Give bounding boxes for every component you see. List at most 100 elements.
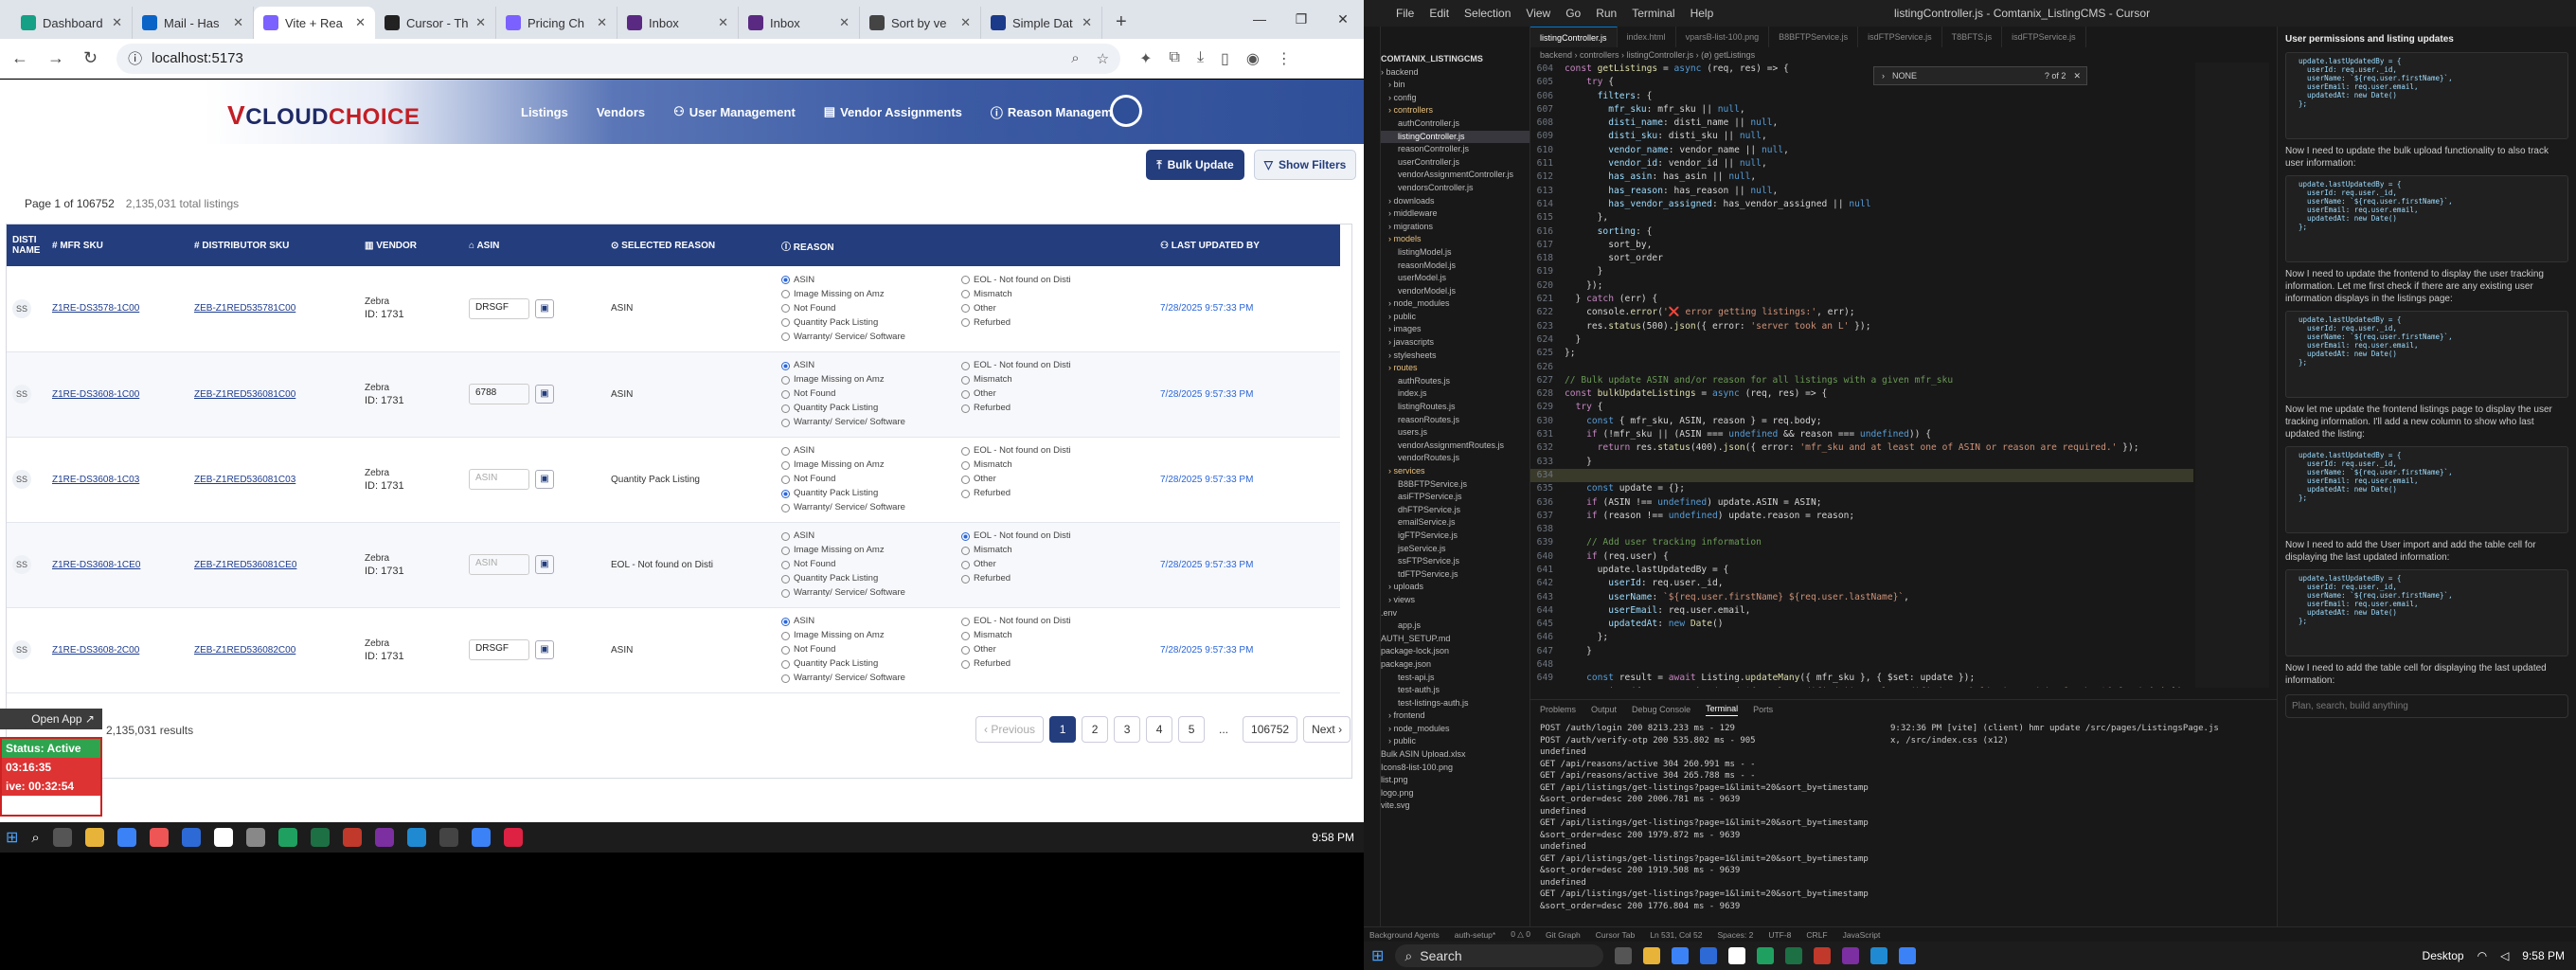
status-item[interactable]: Git Graph — [1546, 930, 1581, 940]
reason-radio[interactable]: Not Found — [781, 558, 961, 571]
reason-radio[interactable]: Warranty/ Service/ Software — [781, 416, 961, 429]
explorer-item[interactable]: Bulk ASIN Upload.xlsx — [1381, 748, 1530, 762]
explorer-item[interactable]: vendorModel.js — [1381, 285, 1530, 298]
reason-radio[interactable]: Other — [961, 643, 1141, 656]
distributor-sku-link[interactable]: ZEB-Z1RED536081CE0 — [194, 560, 296, 570]
reason-radio[interactable]: Refurbed — [961, 402, 1141, 415]
reason-radio[interactable]: Not Found — [781, 387, 961, 401]
distributor-sku-link[interactable]: ZEB-Z1RED536082C00 — [194, 645, 295, 656]
profile-icon[interactable]: ◉ — [1246, 49, 1260, 68]
explorer-item[interactable]: vendorAssignmentController.js — [1381, 169, 1530, 182]
next-button[interactable]: Next › — [1303, 716, 1351, 743]
file-explorer[interactable]: COMTANIX_LISTINGCMS › backend › bin › confi… — [1381, 27, 1530, 926]
save-asin-button[interactable]: ▣ — [535, 470, 554, 489]
reload-icon[interactable]: ↻ — [83, 48, 98, 68]
excel-icon[interactable] — [310, 828, 330, 847]
column-header[interactable]: ⓘ REASON — [776, 225, 1154, 266]
menu-icon[interactable]: ⋮ — [1277, 49, 1292, 68]
reason-radio[interactable]: Not Found — [781, 643, 961, 656]
reason-radio[interactable]: ASIN — [781, 359, 961, 372]
menu-item[interactable]: View — [1526, 7, 1550, 20]
explorer-item[interactable]: › uploads — [1381, 581, 1530, 594]
panel-tab[interactable]: Debug Console — [1632, 704, 1690, 716]
browser-tab[interactable]: Sort by ve ✕ — [860, 7, 981, 39]
app-icon[interactable] — [149, 828, 169, 847]
explorer-item[interactable]: Icons8-list-100.png — [1381, 762, 1530, 775]
onenote-icon[interactable] — [1842, 947, 1860, 964]
find-widget[interactable]: › NONE ? of 2 ✕ — [1873, 66, 2087, 85]
explorer-item[interactable]: › views — [1381, 594, 1530, 607]
explorer-item[interactable]: › public — [1381, 735, 1530, 748]
status-item[interactable]: Background Agents — [1369, 930, 1440, 940]
maximize-icon[interactable]: ❐ — [1280, 0, 1322, 38]
terminal-output-backend[interactable]: POST /auth/login 200 8213.233 ms - 129 P… — [1540, 723, 1881, 912]
mfr-sku-link[interactable]: Z1RE-DS3578-1C00 — [52, 303, 139, 314]
asin-input[interactable]: DRSGF — [469, 297, 529, 319]
excel-icon[interactable] — [1785, 947, 1803, 964]
taskview-icon[interactable] — [52, 828, 72, 847]
code-diff-block[interactable]: update.lastUpdatedBy = { userId: req.use… — [2285, 569, 2568, 656]
page-button[interactable]: 2 — [1082, 716, 1109, 743]
chat-input[interactable]: Plan, search, build anything — [2285, 694, 2568, 718]
explorer-item[interactable]: › middleware — [1381, 207, 1530, 221]
save-asin-button[interactable]: ▣ — [535, 640, 554, 659]
explorer-item[interactable]: vite.svg — [1381, 799, 1530, 813]
browser-tab[interactable]: Pricing Ch ✕ — [496, 7, 617, 39]
reason-radio[interactable]: Other — [961, 302, 1141, 315]
find-input[interactable]: NONE — [1892, 71, 1917, 81]
reason-radio[interactable]: Quantity Pack Listing — [781, 657, 961, 671]
column-header[interactable]: # MFR SKU — [46, 225, 188, 266]
column-header[interactable]: DISTI NAME — [7, 225, 46, 266]
reason-radio[interactable]: EOL - Not found on Disti — [961, 530, 1141, 543]
column-header[interactable]: # DISTRIBUTOR SKU — [188, 225, 359, 266]
download-icon[interactable]: ⤓ — [1197, 49, 1204, 68]
reason-radio[interactable]: EOL - Not found on Disti — [961, 359, 1141, 372]
explorer-item[interactable]: dhFTPService.js — [1381, 504, 1530, 517]
reason-radio[interactable]: Warranty/ Service/ Software — [781, 586, 961, 600]
browser-tab[interactable]: Inbox ✕ — [739, 7, 860, 39]
app-icon[interactable] — [1728, 947, 1746, 964]
extension-icon[interactable]: ✦ — [1139, 49, 1152, 68]
asin-input[interactable]: 6788 — [469, 384, 529, 404]
page-button[interactable]: 3 — [1114, 716, 1141, 743]
reason-radio[interactable]: ASIN — [781, 274, 961, 287]
browser-tab[interactable]: Cursor - Th ✕ — [375, 7, 496, 39]
explorer-item[interactable]: ssFTPService.js — [1381, 555, 1530, 568]
reason-radio[interactable]: ASIN — [781, 615, 961, 628]
windows-start-icon[interactable]: ⊞ — [6, 828, 18, 847]
desktop-label[interactable]: Desktop — [2423, 949, 2464, 962]
reason-radio[interactable]: Other — [961, 387, 1141, 401]
vscode-icon[interactable] — [406, 828, 426, 847]
save-asin-button[interactable]: ▣ — [535, 555, 554, 574]
explorer-item[interactable]: index.js — [1381, 387, 1530, 401]
status-item[interactable]: UTF-8 — [1768, 930, 1791, 940]
code-diff-block[interactable]: update.lastUpdatedBy = { userId: req.use… — [2285, 446, 2568, 533]
distributor-sku-link[interactable]: ZEB-Z1RED535781C00 — [194, 303, 295, 314]
explorer-item[interactable]: reasonModel.js — [1381, 260, 1530, 273]
terminal-output-frontend[interactable]: 9:32:36 PM [vite] (client) hmr update /s… — [1890, 723, 2269, 746]
vcloudchoice-logo[interactable]: VCLOUDCHOICE — [227, 100, 420, 131]
explorer-item[interactable]: › images — [1381, 323, 1530, 336]
explorer-item[interactable]: .env — [1381, 607, 1530, 620]
explorer-item[interactable]: userController.js — [1381, 156, 1530, 170]
nav-vendor-assignments[interactable]: ▤ Vendor Assignments — [824, 104, 962, 119]
reason-radio[interactable]: Quantity Pack Listing — [781, 402, 961, 415]
code-diff-block[interactable]: update.lastUpdatedBy = { userId: req.use… — [2285, 311, 2568, 398]
back-icon[interactable]: ← — [11, 48, 28, 68]
code-diff-block[interactable]: update.lastUpdatedBy = { userId: req.use… — [2285, 175, 2568, 262]
status-item[interactable]: 0 △ 0 — [1511, 929, 1530, 940]
explorer-item[interactable]: userModel.js — [1381, 272, 1530, 285]
chrome-icon[interactable] — [116, 828, 136, 847]
reason-radio[interactable]: ASIN — [781, 530, 961, 543]
code-diff-block[interactable]: update.lastUpdatedBy = { userId: req.use… — [2285, 52, 2568, 139]
reason-radio[interactable]: EOL - Not found on Disti — [961, 615, 1141, 628]
reason-radio[interactable]: Not Found — [781, 473, 961, 486]
explorer-item[interactable]: authController.js — [1381, 117, 1530, 131]
app-icon[interactable] — [245, 828, 265, 847]
explorer-item[interactable]: › models — [1381, 233, 1530, 246]
reason-radio[interactable]: Not Found — [781, 302, 961, 315]
explorer-item[interactable]: logo.png — [1381, 787, 1530, 800]
table-row[interactable]: SS Z1RE-DS3608-2C00 ZEB-Z1RED536082C00 Zebr… — [7, 607, 1340, 693]
explorer-item[interactable]: listingController.js — [1381, 130, 1530, 144]
page-button[interactable]: 4 — [1146, 716, 1173, 743]
